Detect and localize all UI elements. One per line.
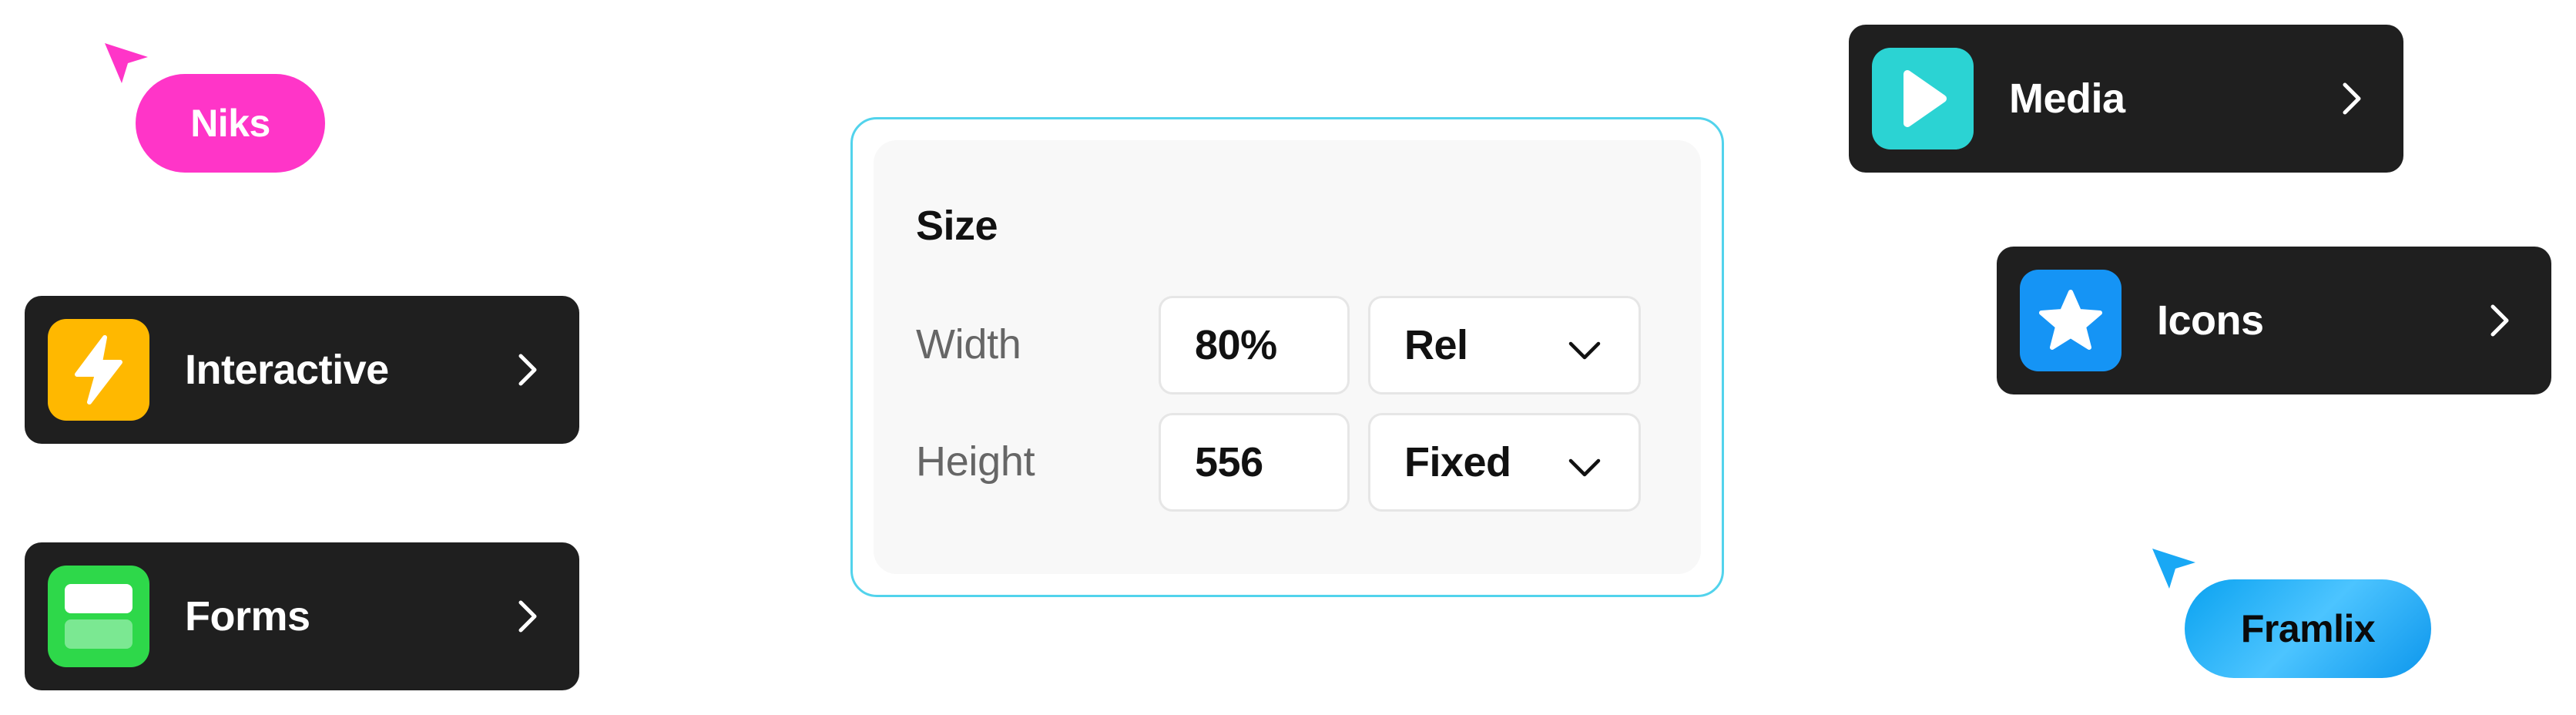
nav-card-label: Media xyxy=(2009,76,2125,122)
height-input[interactable]: 556 xyxy=(1159,413,1350,512)
nav-card-label: Interactive xyxy=(185,347,389,393)
star-icon xyxy=(2020,270,2122,371)
cursor-tag-niks: Niks xyxy=(102,40,333,179)
width-unit-select[interactable]: Rel xyxy=(1368,296,1641,394)
nav-card-forms[interactable]: Forms xyxy=(25,542,579,690)
width-unit-value: Rel xyxy=(1404,322,1468,368)
nav-card-label: Icons xyxy=(2157,297,2264,344)
chevron-right-icon xyxy=(504,593,550,639)
cursor-arrow-icon xyxy=(102,40,153,86)
cursor-name-badge: Framlix xyxy=(2185,579,2431,678)
nav-card-label: Forms xyxy=(185,593,310,639)
size-panel: Size Width 80% Rel Height 556 Fixed xyxy=(850,117,1724,597)
height-value: 556 xyxy=(1195,439,1263,485)
nav-card-interactive[interactable]: Interactive xyxy=(25,296,579,444)
chevron-right-icon xyxy=(2476,297,2522,344)
cursor-name-label: Framlix xyxy=(2240,607,2376,650)
width-label: Width xyxy=(916,321,1021,368)
height-label: Height xyxy=(916,438,1035,485)
play-icon xyxy=(1872,48,1974,149)
height-unit-value: Fixed xyxy=(1404,439,1511,485)
chevron-right-icon xyxy=(504,347,550,393)
width-value: 80% xyxy=(1195,322,1277,368)
nav-card-icons[interactable]: Icons xyxy=(1997,247,2551,394)
chevron-right-icon xyxy=(2328,76,2374,122)
width-input[interactable]: 80% xyxy=(1159,296,1350,394)
nav-card-media[interactable]: Media xyxy=(1849,25,2403,173)
size-panel-body: Size Width 80% Rel Height 556 Fixed xyxy=(874,140,1701,574)
chevron-down-icon xyxy=(1566,448,1603,485)
chevron-down-icon xyxy=(1566,331,1603,368)
form-layout-icon xyxy=(48,566,149,667)
panel-title: Size xyxy=(916,203,998,249)
cursor-name-badge: Niks xyxy=(136,74,325,173)
cursor-tag-framlix: Framlix xyxy=(2149,545,2442,684)
cursor-arrow-icon xyxy=(2149,545,2200,592)
lightning-icon xyxy=(48,319,149,421)
cursor-name-label: Niks xyxy=(190,102,270,145)
height-unit-select[interactable]: Fixed xyxy=(1368,413,1641,512)
